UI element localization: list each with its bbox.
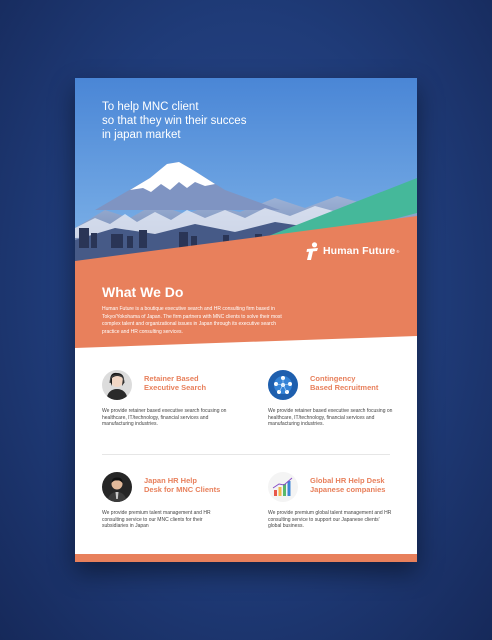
- service-title: Contingency Based Recruitment: [310, 374, 379, 392]
- section-divider: [102, 454, 390, 455]
- service-description: We provide retainer based executive sear…: [268, 408, 393, 428]
- footer-accent-bar: [75, 554, 417, 562]
- service-description: We provide premium talent management and…: [102, 510, 211, 530]
- service-description: We provide retainer based executive sear…: [102, 408, 227, 428]
- registered-mark: ®: [396, 248, 400, 254]
- business-chart-icon: [268, 472, 298, 502]
- brand-logo: Human Future ®: [305, 242, 399, 260]
- service-title: Global HR Help Desk Japanese companies: [310, 476, 386, 494]
- what-we-do-body: Human Future is a boutique executive sea…: [102, 306, 282, 335]
- service-title: Retainer Based Executive Search: [144, 374, 207, 392]
- human-figure-logo-icon: [306, 242, 318, 260]
- what-we-do-title: What We Do: [102, 284, 184, 300]
- network-globe-icon: [268, 370, 298, 400]
- hero-tagline: To help MNC client so that they win thei…: [102, 101, 247, 141]
- service-title: Japan HR Help Desk for MNC Clients: [144, 476, 221, 494]
- service-description: We provide premium global talent managem…: [268, 510, 392, 530]
- flyer-page: To help MNC client so that they win thei…: [75, 78, 417, 562]
- brand-name: Human Future: [323, 245, 396, 257]
- headset-woman-icon: [102, 370, 132, 400]
- businessman-icon: [102, 472, 132, 502]
